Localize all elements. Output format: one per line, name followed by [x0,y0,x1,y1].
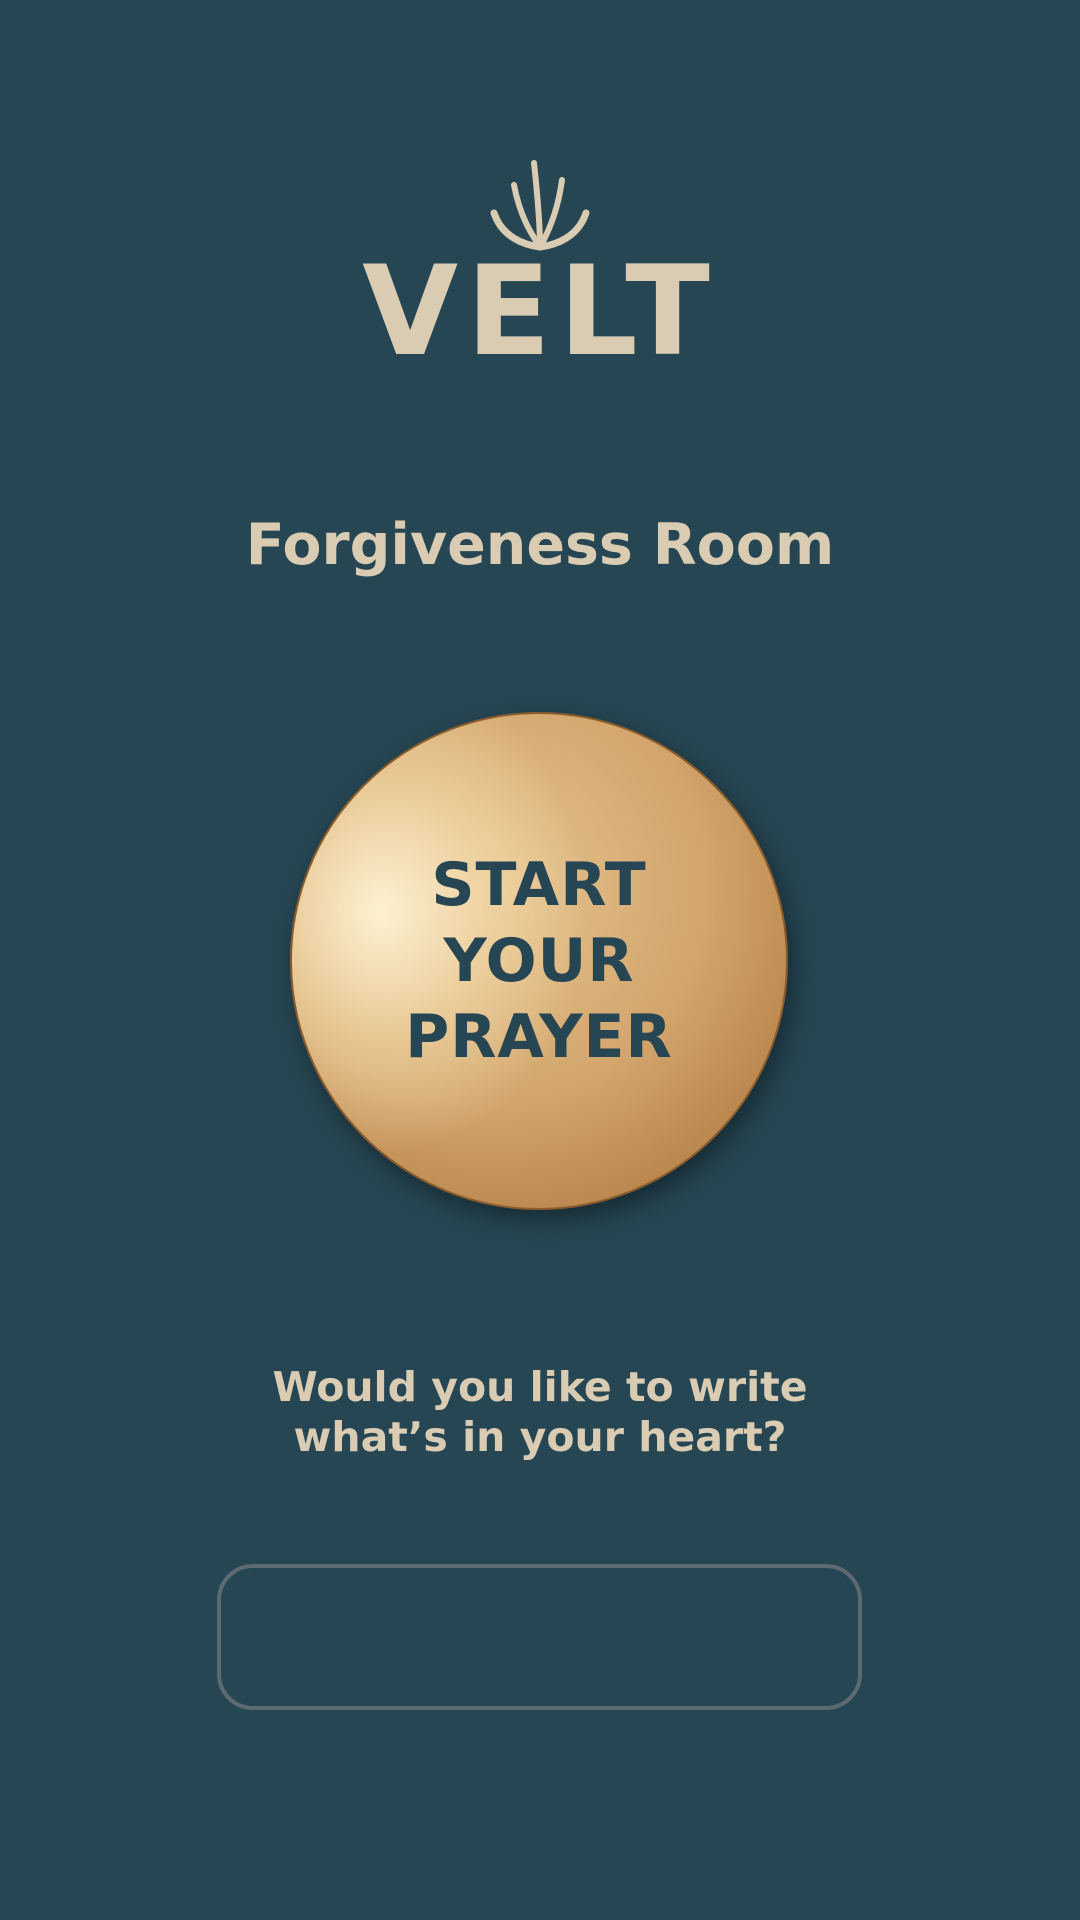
write-heart-prompt: Would you like to write what’s in your h… [272,1363,808,1461]
start-prayer-button[interactable]: START YOUR PRAYER [290,712,788,1210]
page-title: Forgiveness Room [245,512,835,578]
brand-logo-text: VELT [362,240,718,384]
heart-text-input[interactable] [217,1564,862,1710]
start-prayer-label: START YOUR PRAYER [405,850,673,1072]
